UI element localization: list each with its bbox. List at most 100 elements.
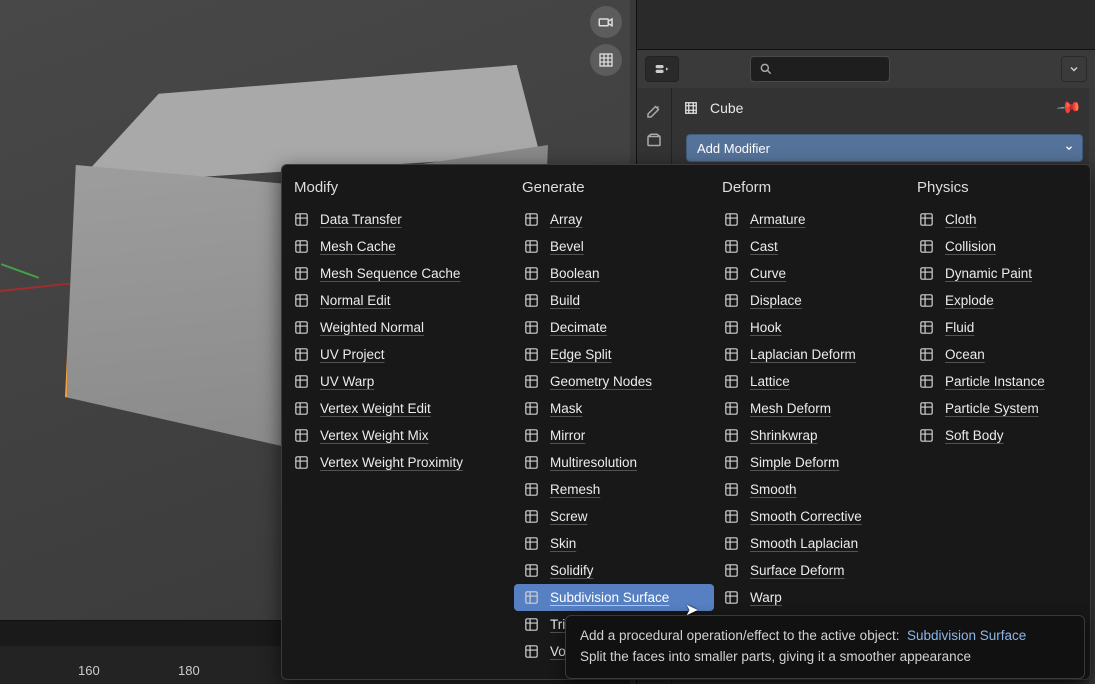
modifier-deform-curve[interactable]: Curve: [714, 260, 909, 287]
modifier-icon: [522, 373, 540, 391]
modifier-generate-geometry-nodes[interactable]: Geometry Nodes: [514, 368, 714, 395]
modifier-physics-cloth[interactable]: Cloth: [909, 206, 1084, 233]
modifier-generate-screw[interactable]: Screw: [514, 503, 714, 530]
menu-item-label: Hook: [750, 320, 782, 335]
modifier-modify-vertex-weight-mix[interactable]: Vertex Weight Mix: [284, 422, 514, 449]
modifier-generate-array[interactable]: Array: [514, 206, 714, 233]
modifier-modify-data-transfer[interactable]: Data Transfer: [284, 206, 514, 233]
modifier-icon: [722, 238, 740, 256]
modifier-icon: [722, 265, 740, 283]
modifier-deform-lattice[interactable]: Lattice: [714, 368, 909, 395]
tooltip: Add a procedural operation/effect to the…: [565, 615, 1085, 679]
modifier-physics-collision[interactable]: Collision: [909, 233, 1084, 260]
modifier-icon: [522, 481, 540, 499]
modifier-icon: [522, 400, 540, 418]
modifier-deform-armature[interactable]: Armature: [714, 206, 909, 233]
tooltip-text: Add a procedural operation/effect to the…: [580, 628, 899, 643]
modifier-icon: [292, 454, 310, 472]
modifier-icon: [722, 400, 740, 418]
menu-item-label: Remesh: [550, 482, 600, 497]
modifier-icon: [522, 616, 540, 634]
modifier-modify-mesh-sequence-cache[interactable]: Mesh Sequence Cache: [284, 260, 514, 287]
tool-tab[interactable]: [643, 100, 665, 122]
timeline-frame-label: 160: [78, 663, 100, 678]
modifier-icon: [292, 238, 310, 256]
menu-item-label: Solidify: [550, 563, 594, 578]
menu-item-label: Warp: [750, 590, 782, 605]
menu-item-label: Multiresolution: [550, 455, 637, 470]
modifier-deform-warp[interactable]: Warp: [714, 584, 909, 611]
modifier-modify-uv-warp[interactable]: UV Warp: [284, 368, 514, 395]
toggle-grid-button[interactable]: [590, 44, 622, 76]
modifier-generate-multiresolution[interactable]: Multiresolution: [514, 449, 714, 476]
modifier-deform-hook[interactable]: Hook: [714, 314, 909, 341]
menu-item-label: Array: [550, 212, 582, 227]
menu-item-label: Subdivision Surface: [550, 590, 669, 605]
render-tab[interactable]: [643, 130, 665, 152]
modifier-generate-mirror[interactable]: Mirror: [514, 422, 714, 449]
modifier-icon: [522, 454, 540, 472]
editor-type-selector[interactable]: [645, 56, 679, 82]
menu-item-label: Armature: [750, 212, 806, 227]
modifier-deform-smooth-corrective[interactable]: Smooth Corrective: [714, 503, 909, 530]
chevron-down-icon: [1064, 143, 1074, 153]
modifier-generate-build[interactable]: Build: [514, 287, 714, 314]
modifier-physics-particle-system[interactable]: Particle System: [909, 395, 1084, 422]
options-button[interactable]: [1061, 56, 1087, 82]
modifier-deform-laplacian-deform[interactable]: Laplacian Deform: [714, 341, 909, 368]
menu-item-label: Vertex Weight Edit: [320, 401, 431, 416]
modifier-modify-weighted-normal[interactable]: Weighted Normal: [284, 314, 514, 341]
object-name-label: Cube: [710, 100, 743, 116]
modifier-deform-smooth-laplacian[interactable]: Smooth Laplacian: [714, 530, 909, 557]
modifier-generate-subdivision-surface[interactable]: Subdivision Surface: [514, 584, 714, 611]
modifier-icon: [522, 292, 540, 310]
modifier-deform-cast[interactable]: Cast: [714, 233, 909, 260]
modifier-generate-mask[interactable]: Mask: [514, 395, 714, 422]
modifier-icon: [917, 211, 935, 229]
modifier-physics-particle-instance[interactable]: Particle Instance: [909, 368, 1084, 395]
modifier-icon: [522, 589, 540, 607]
modifier-generate-skin[interactable]: Skin: [514, 530, 714, 557]
modifier-physics-fluid[interactable]: Fluid: [909, 314, 1084, 341]
modifier-deform-simple-deform[interactable]: Simple Deform: [714, 449, 909, 476]
modifier-generate-solidify[interactable]: Solidify: [514, 557, 714, 584]
properties-search-input[interactable]: [750, 56, 890, 82]
modifier-generate-boolean[interactable]: Boolean: [514, 260, 714, 287]
modifier-modify-vertex-weight-edit[interactable]: Vertex Weight Edit: [284, 395, 514, 422]
modifier-modify-normal-edit[interactable]: Normal Edit: [284, 287, 514, 314]
menu-item-label: Soft Body: [945, 428, 1004, 443]
modifier-deform-surface-deform[interactable]: Surface Deform: [714, 557, 909, 584]
modifier-physics-soft-body[interactable]: Soft Body: [909, 422, 1084, 449]
menu-item-label: Particle Instance: [945, 374, 1045, 389]
camera-view-button[interactable]: [590, 6, 622, 38]
modifier-modify-uv-project[interactable]: UV Project: [284, 341, 514, 368]
menu-item-label: Screw: [550, 509, 588, 524]
modifier-physics-dynamic-paint[interactable]: Dynamic Paint: [909, 260, 1084, 287]
pin-icon[interactable]: 📌: [1055, 94, 1083, 122]
outliner-area[interactable]: [636, 0, 1095, 50]
modifier-modify-vertex-weight-proximity[interactable]: Vertex Weight Proximity: [284, 449, 514, 476]
modifier-generate-remesh[interactable]: Remesh: [514, 476, 714, 503]
modifier-deform-shrinkwrap[interactable]: Shrinkwrap: [714, 422, 909, 449]
menu-item-label: Edge Split: [550, 347, 612, 362]
menu-item-label: Smooth Laplacian: [750, 536, 858, 551]
modifier-generate-edge-split[interactable]: Edge Split: [514, 341, 714, 368]
modifier-modify-mesh-cache[interactable]: Mesh Cache: [284, 233, 514, 260]
modifier-physics-explode[interactable]: Explode: [909, 287, 1084, 314]
properties-header: [636, 50, 1095, 88]
axis-y: [1, 263, 39, 279]
modifier-icon: [917, 400, 935, 418]
menu-item-label: Laplacian Deform: [750, 347, 856, 362]
menu-item-label: Weighted Normal: [320, 320, 424, 335]
modifier-icon: [722, 562, 740, 580]
modifier-physics-ocean[interactable]: Ocean: [909, 341, 1084, 368]
modifier-icon: [722, 346, 740, 364]
add-modifier-button[interactable]: Add Modifier: [686, 134, 1083, 162]
modifier-deform-displace[interactable]: Displace: [714, 287, 909, 314]
modifier-generate-decimate[interactable]: Decimate: [514, 314, 714, 341]
modifier-generate-bevel[interactable]: Bevel: [514, 233, 714, 260]
modifier-icon: [917, 292, 935, 310]
modifier-deform-mesh-deform[interactable]: Mesh Deform: [714, 395, 909, 422]
modifier-deform-smooth[interactable]: Smooth: [714, 476, 909, 503]
menu-item-label: Vertex Weight Mix: [320, 428, 429, 443]
